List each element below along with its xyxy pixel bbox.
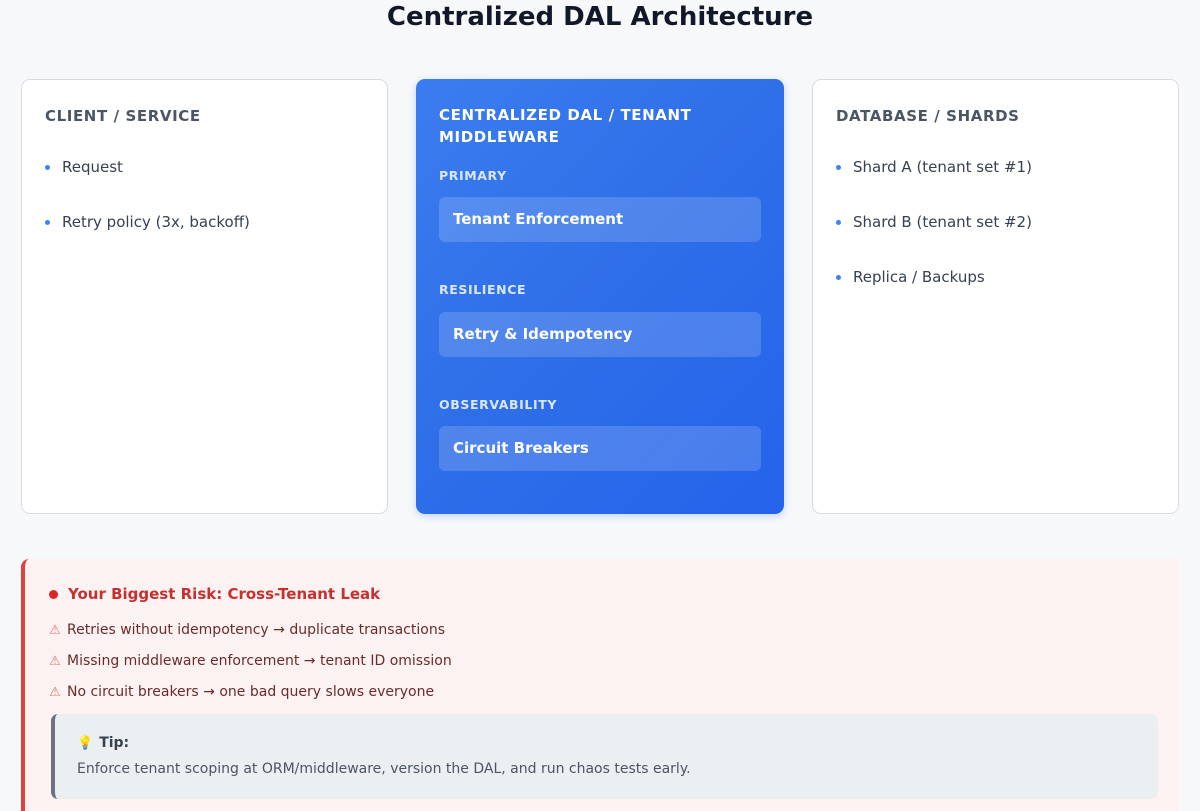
list-item: Shard B (tenant set #2): [836, 213, 1032, 231]
retry-idempotency-box: Retry & Idempotency: [439, 312, 761, 357]
list-item-text: Replica / Backups: [853, 268, 985, 286]
risk-item-text: Retries without idempotency → duplicate …: [67, 622, 445, 638]
tip-label: Tip:: [99, 735, 130, 751]
list-item: Request: [45, 158, 250, 176]
bullet-icon: [836, 219, 841, 225]
warning-icon: ⚠: [49, 684, 61, 700]
risk-title: Your Biggest Risk: Cross-Tenant Leak: [49, 585, 380, 603]
group-label-primary: PRIMARY: [439, 168, 507, 183]
bullet-icon: [45, 219, 50, 225]
bullet-icon: [836, 164, 841, 170]
bullet-icon: [836, 274, 841, 280]
warning-icon: ⚠: [49, 653, 61, 669]
risk-title-text: Your Biggest Risk: Cross-Tenant Leak: [68, 585, 381, 603]
tip-heading: 💡 Tip:: [77, 735, 129, 751]
list-item: Replica / Backups: [836, 268, 1032, 286]
risk-item: ⚠ No circuit breakers → one bad query sl…: [48, 683, 452, 701]
client-service-list: Request Retry policy (3x, backoff): [45, 158, 250, 268]
circuit-breakers-box: Circuit Breakers: [439, 426, 761, 471]
tip-box: 💡 Tip: Enforce tenant scoping at ORM/mid…: [51, 714, 1158, 799]
tenant-enforcement-box: Tenant Enforcement: [439, 197, 761, 242]
client-service-card: CLIENT / SERVICE Request Retry policy (3…: [21, 79, 388, 514]
list-item-text: Shard B (tenant set #2): [853, 213, 1032, 231]
list-item: Shard A (tenant set #1): [836, 158, 1032, 176]
group-label-resilience: RESILIENCE: [439, 282, 527, 297]
list-item-text: Retry policy (3x, backoff): [62, 213, 250, 231]
database-shards-card: DATABASE / SHARDS Shard A (tenant set #1…: [812, 79, 1179, 514]
list-item-text: Shard A (tenant set #1): [853, 158, 1032, 176]
risk-item: ⚠ Missing middleware enforcement → tenan…: [48, 652, 452, 670]
tip-text: Enforce tenant scoping at ORM/middleware…: [77, 761, 691, 777]
risk-panel: Your Biggest Risk: Cross-Tenant Leak ⚠ R…: [21, 559, 1179, 811]
page: Centralized DAL Architecture CLIENT / SE…: [0, 0, 1200, 811]
dal-middleware-card: CENTRALIZED DAL / TENANT MIDDLEWARE PRIM…: [416, 79, 784, 514]
warning-icon: ⚠: [49, 622, 61, 638]
database-shards-heading: DATABASE / SHARDS: [836, 107, 1020, 125]
risk-item: ⚠ Retries without idempotency → duplicat…: [48, 621, 452, 639]
lightbulb-icon: 💡: [77, 735, 94, 751]
list-item: Retry policy (3x, backoff): [45, 213, 250, 231]
risk-item-text: Missing middleware enforcement → tenant …: [67, 653, 452, 669]
risk-item-text: No circuit breakers → one bad query slow…: [67, 684, 435, 700]
dal-middleware-heading: CENTRALIZED DAL / TENANT MIDDLEWARE: [439, 106, 692, 146]
red-dot-icon: [49, 589, 58, 599]
diagram-title: Centralized DAL Architecture: [386, 2, 814, 32]
bullet-icon: [45, 164, 50, 170]
risk-list: ⚠ Retries without idempotency → duplicat…: [48, 621, 452, 714]
list-item-text: Request: [62, 158, 123, 176]
client-service-heading: CLIENT / SERVICE: [45, 107, 201, 125]
database-shards-list: Shard A (tenant set #1) Shard B (tenant …: [836, 158, 1032, 323]
group-label-observability: OBSERVABILITY: [439, 397, 557, 412]
